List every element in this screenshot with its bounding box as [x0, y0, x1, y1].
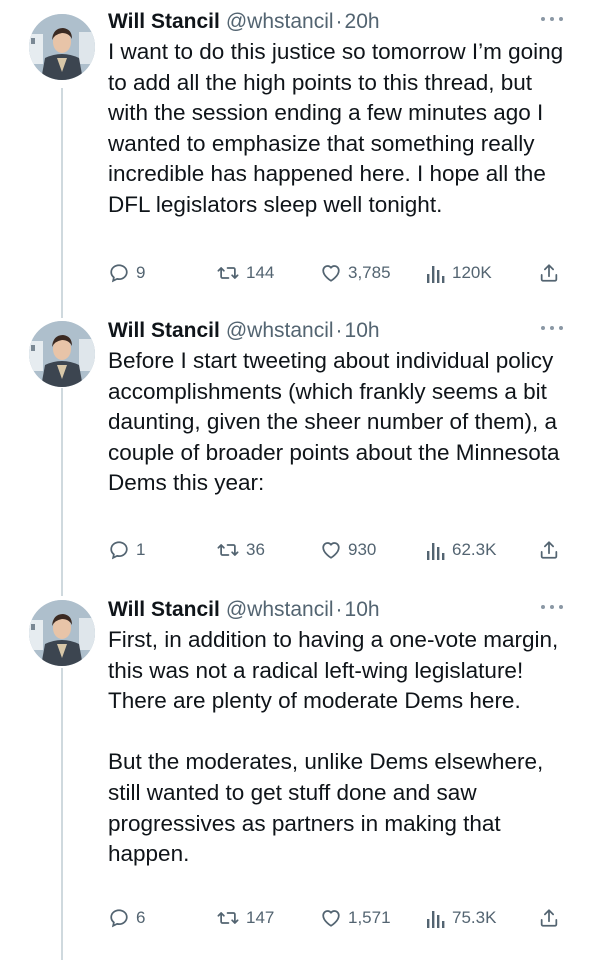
tweet-paragraph: But the moderates, unlike Dems elsewhere…: [108, 749, 544, 867]
tweet-text: First, in addition to having a one-vote …: [108, 625, 568, 870]
tweet[interactable]: Will Stancil @whstancil·10h Before I star…: [0, 315, 589, 585]
views-button[interactable]: 120K: [426, 260, 492, 286]
reply-count: 9: [136, 263, 146, 282]
author-name[interactable]: Will Stancil: [108, 319, 220, 342]
like-count: 3,785: [348, 263, 391, 282]
views-count: 120K: [452, 263, 492, 282]
views-chart-icon: [427, 543, 445, 560]
tweet-actions: 1 36 930 62.3K: [108, 537, 563, 563]
separator: ·: [335, 598, 343, 621]
views-chart-icon: [427, 266, 445, 283]
tweet-paragraph: I want to do this justice so tomorrow I’…: [108, 39, 564, 217]
reply-button[interactable]: 1: [108, 537, 145, 563]
reply-button[interactable]: 6: [108, 905, 145, 931]
more-dots-icon[interactable]: [541, 14, 563, 24]
share-button[interactable]: [538, 260, 560, 286]
like-button[interactable]: 3,785: [320, 260, 391, 286]
share-icon: [540, 541, 558, 559]
tweet-text: Before I start tweeting about individual…: [108, 346, 568, 499]
timestamp[interactable]: 10h: [345, 598, 380, 621]
separator: ·: [335, 10, 343, 33]
author-handle[interactable]: @whstancil: [226, 10, 334, 33]
author-handle[interactable]: @whstancil: [226, 598, 334, 621]
retweet-icon: [217, 544, 239, 556]
author-name[interactable]: Will Stancil: [108, 598, 220, 621]
retweet-icon: [217, 267, 239, 279]
tweet-paragraph: Before I start tweeting about individual…: [108, 348, 560, 496]
share-icon: [540, 264, 558, 282]
tweet[interactable]: Will Stancil @whstancil·10h First, in add…: [0, 594, 589, 960]
share-button[interactable]: [538, 537, 560, 563]
views-button[interactable]: 62.3K: [426, 537, 496, 563]
tweet-header: Will Stancil @whstancil·10h: [108, 315, 380, 347]
tweet-header: Will Stancil @whstancil·20h: [108, 6, 380, 38]
timestamp[interactable]: 20h: [345, 10, 380, 33]
like-button[interactable]: 930: [320, 537, 376, 563]
avatar[interactable]: [29, 600, 95, 666]
author-handle[interactable]: @whstancil: [226, 319, 334, 342]
retweet-button[interactable]: 144: [216, 260, 274, 286]
heart-icon: [322, 910, 340, 927]
heart-icon: [322, 265, 340, 282]
separator: ·: [335, 319, 343, 342]
reply-count: 1: [136, 540, 146, 559]
reply-icon: [110, 264, 128, 283]
like-count: 1,571: [348, 908, 391, 927]
retweet-icon: [217, 912, 239, 924]
tweet-actions: 6 147 1,571 75.3K: [108, 905, 563, 931]
views-count: 75.3K: [452, 908, 497, 927]
tweet-paragraph: First, in addition to having a one-vote …: [108, 627, 559, 714]
reply-button[interactable]: 9: [108, 260, 145, 286]
reply-icon: [110, 541, 128, 560]
like-count: 930: [348, 540, 377, 559]
retweet-count: 144: [246, 263, 275, 282]
retweet-button[interactable]: 147: [216, 905, 274, 931]
retweet-count: 147: [246, 908, 275, 927]
tweet[interactable]: Will Stancil @whstancil·20h I want to do …: [0, 6, 589, 306]
share-button[interactable]: [538, 905, 560, 931]
avatar[interactable]: [29, 14, 95, 80]
tweet-text: I want to do this justice so tomorrow I’…: [108, 37, 568, 221]
tweet-header: Will Stancil @whstancil·10h: [108, 594, 380, 626]
more-dots-icon[interactable]: [541, 602, 563, 612]
views-button[interactable]: 75.3K: [426, 905, 496, 931]
author-name[interactable]: Will Stancil: [108, 10, 220, 33]
reply-count: 6: [136, 908, 146, 927]
reply-icon: [110, 909, 128, 928]
like-button[interactable]: 1,571: [320, 905, 391, 931]
heart-icon: [322, 542, 340, 559]
share-icon: [540, 909, 558, 927]
timestamp[interactable]: 10h: [345, 319, 380, 342]
avatar[interactable]: [29, 321, 95, 387]
views-count: 62.3K: [452, 540, 497, 559]
retweet-count: 36: [246, 540, 265, 559]
more-dots-icon[interactable]: [541, 323, 563, 333]
tweet-actions: 9 144 3,785 120K: [108, 260, 563, 286]
views-chart-icon: [427, 911, 445, 928]
retweet-button[interactable]: 36: [216, 537, 265, 563]
